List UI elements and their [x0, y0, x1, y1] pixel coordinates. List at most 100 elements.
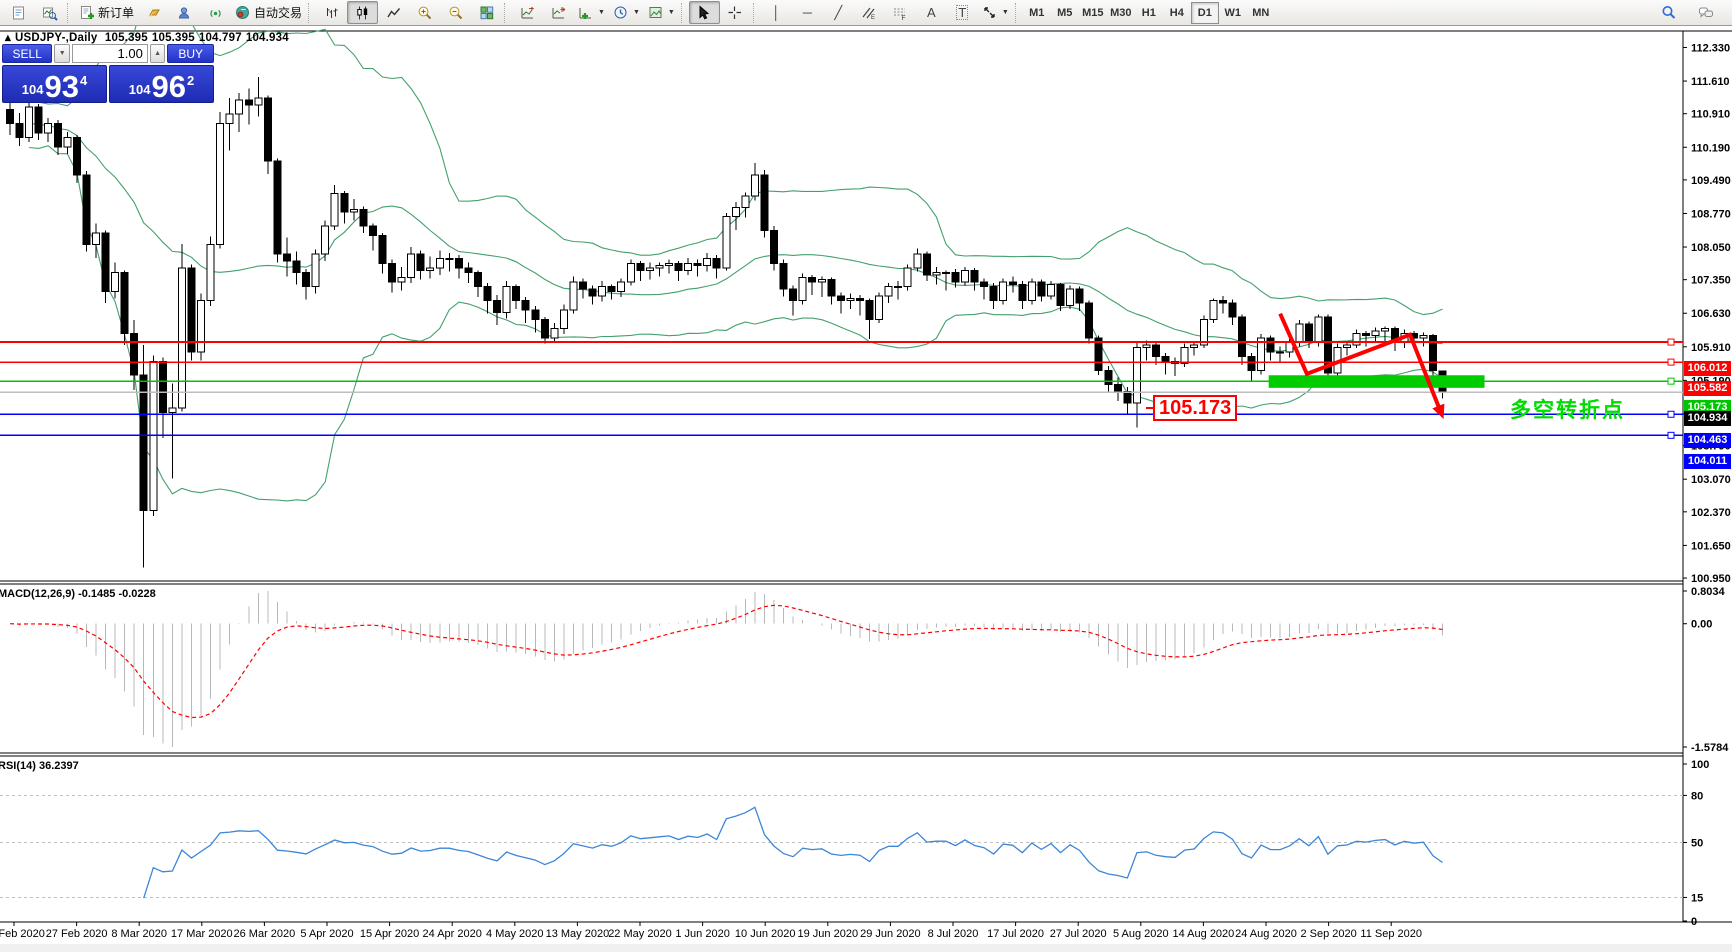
crosshair-button[interactable] — [720, 1, 751, 24]
volume-up-button[interactable]: ▲ — [150, 44, 166, 63]
new-order-button[interactable]: 新订单 — [75, 1, 138, 24]
fibonacci-button[interactable]: F — [885, 1, 916, 24]
shapes-icon — [982, 5, 998, 21]
candle — [1038, 282, 1045, 296]
price-callout-105173[interactable]: 105.173 — [1153, 395, 1237, 421]
price-tick: 101.650 — [1691, 540, 1731, 552]
trendline-button[interactable]: ╱ — [823, 1, 854, 24]
hline-handle[interactable] — [1668, 339, 1674, 345]
line-chart-button[interactable] — [378, 1, 409, 24]
label-button[interactable]: T — [947, 1, 978, 24]
indicators-button[interactable]: ▼ — [574, 1, 609, 24]
hline-handle[interactable] — [1668, 411, 1674, 417]
candle — [828, 280, 835, 296]
toolbar-separator — [504, 3, 510, 23]
candle — [54, 123, 61, 146]
timeframe-mn-button[interactable]: MN — [1247, 2, 1275, 24]
tile-windows-button[interactable] — [471, 1, 502, 24]
volume-down-button[interactable]: ▼ — [54, 44, 70, 63]
zoom-in-button[interactable] — [409, 1, 440, 24]
candle — [484, 287, 491, 301]
timeframe-m1-button[interactable]: M1 — [1023, 2, 1051, 24]
chart-canvas[interactable]: 112.330111.610110.910110.190109.490108.7… — [0, 26, 1732, 952]
candle — [541, 319, 548, 338]
date-tick: 17 Mar 2020 — [171, 928, 233, 940]
hline-handle[interactable] — [1668, 432, 1674, 438]
hline-handle[interactable] — [1668, 359, 1674, 365]
candle — [236, 100, 243, 114]
timeframe-w1-button[interactable]: W1 — [1219, 2, 1247, 24]
turning-point-text[interactable]: 多空转折点 — [1510, 394, 1625, 424]
symbol-marker-icon: ▴ — [5, 32, 11, 44]
svg-text:E: E — [871, 15, 875, 21]
date-tick: 8 Mar 2020 — [111, 928, 167, 940]
profiles-icon — [42, 5, 58, 21]
templates-button[interactable]: ▼ — [644, 1, 679, 24]
price-tick: 105.910 — [1691, 342, 1731, 354]
candle — [102, 233, 109, 291]
candle — [1200, 319, 1207, 345]
candle — [780, 263, 787, 289]
channel-button[interactable]: E — [854, 1, 885, 24]
timeframe-h1-button[interactable]: H1 — [1135, 2, 1163, 24]
volume-input[interactable]: 1.00 — [72, 44, 148, 63]
rsi-axis-tick: 50 — [1691, 838, 1703, 850]
candle — [1353, 333, 1360, 345]
hline-handle[interactable] — [1668, 378, 1674, 384]
periods-button[interactable]: ▼ — [609, 1, 644, 24]
price-tick: 111.610 — [1691, 76, 1730, 88]
candle — [732, 207, 739, 216]
profiles-button[interactable] — [34, 1, 65, 24]
cursor-button[interactable] — [689, 1, 720, 24]
crosshair-icon — [727, 5, 743, 21]
toolbar-separator — [753, 3, 759, 23]
candle — [551, 329, 558, 338]
candle — [962, 270, 969, 282]
date-tick: 27 Jul 2020 — [1050, 928, 1107, 940]
accounts-button[interactable] — [169, 1, 200, 24]
turning-zone-rectangle[interactable] — [1269, 375, 1485, 388]
candle — [1143, 345, 1150, 347]
chat-icon-button[interactable] — [1690, 1, 1721, 24]
candle — [885, 287, 892, 296]
timeframe-d1-button[interactable]: D1 — [1191, 2, 1219, 24]
new-chart-icon — [11, 5, 27, 21]
candle — [1420, 336, 1427, 338]
candle — [1315, 317, 1322, 343]
zoom-out-button[interactable] — [440, 1, 471, 24]
candle — [112, 273, 119, 292]
buy-price-button[interactable]: 104962 — [109, 65, 214, 103]
timeframe-m30-button[interactable]: M30 — [1107, 2, 1135, 24]
buy-button[interactable]: BUY — [167, 44, 214, 63]
timeframe-m5-button[interactable]: M5 — [1051, 2, 1079, 24]
candlestick-chart-button[interactable] — [347, 1, 378, 24]
date-tick: 2 Sep 2020 — [1300, 928, 1356, 940]
new-order-button-label: 新订单 — [98, 4, 134, 21]
toolbar-separator — [681, 3, 687, 23]
bar-chart-icon — [324, 5, 340, 21]
bar-chart-button[interactable] — [316, 1, 347, 24]
timeframe-h4-button[interactable]: H4 — [1163, 2, 1191, 24]
new-chart-button[interactable] — [3, 1, 34, 24]
ohlc-open: 105.395 — [105, 32, 148, 44]
candle — [455, 259, 462, 268]
gold-button[interactable] — [138, 1, 169, 24]
toolbar-separator — [67, 3, 73, 23]
search-icon-button[interactable] — [1653, 1, 1684, 24]
signals-button[interactable] — [200, 1, 231, 24]
rsi-axis-tick: 15 — [1691, 892, 1703, 904]
macd-axis-tick: 0.8034 — [1691, 586, 1726, 598]
sell-button[interactable]: SELL — [2, 44, 52, 63]
candle — [1344, 345, 1351, 347]
search-icon — [1661, 5, 1677, 21]
horizontal-line-button[interactable]: ─ — [792, 1, 823, 24]
auto-scroll-button[interactable] — [512, 1, 543, 24]
vertical-line-button[interactable]: │ — [761, 1, 792, 24]
autotrading-button[interactable]: 自动交易 — [231, 1, 306, 24]
timeframe-m15-button[interactable]: M15 — [1079, 2, 1107, 24]
text-button[interactable]: A — [916, 1, 947, 24]
sell-price-button[interactable]: 104934 — [2, 65, 107, 103]
shapes-button[interactable]: ▼ — [978, 1, 1013, 24]
chart-shift-button[interactable] — [543, 1, 574, 24]
bollinger-band — [29, 26, 1442, 315]
